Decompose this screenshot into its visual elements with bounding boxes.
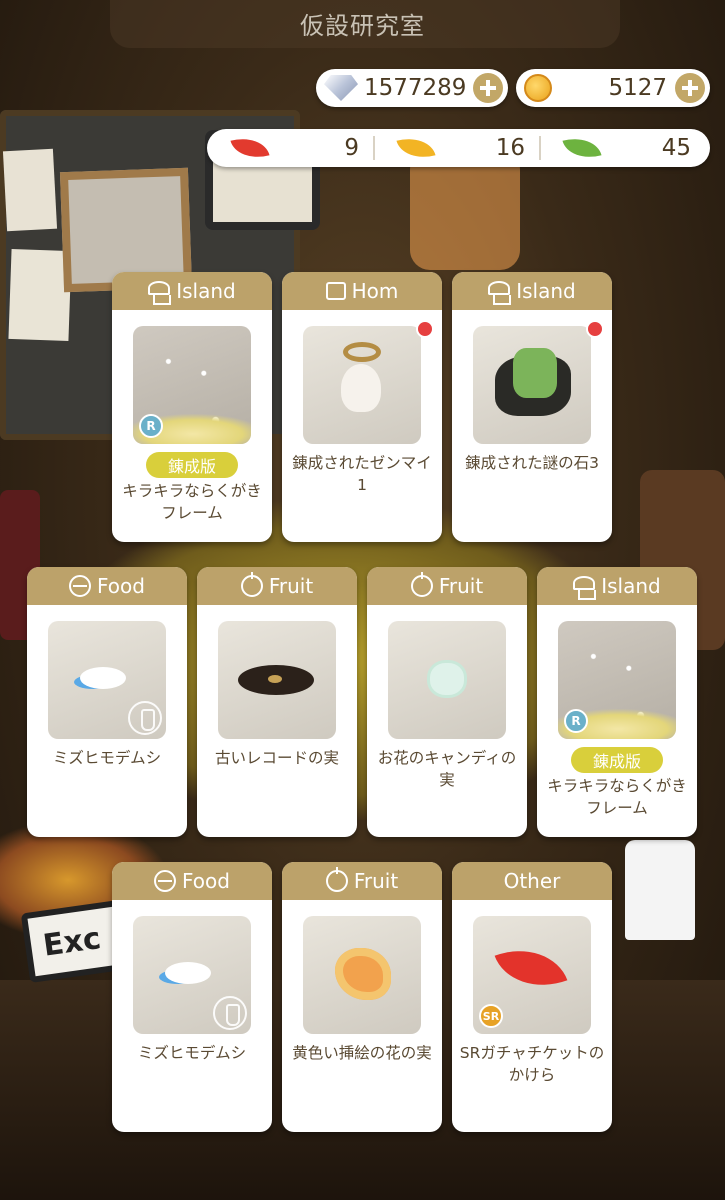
- card-header: Hom: [282, 272, 442, 310]
- card-header: Food: [112, 862, 272, 900]
- add-coins-button[interactable]: [675, 73, 705, 103]
- add-diamonds-button[interactable]: [473, 73, 503, 103]
- item-name: 錬成されたゼンマイ1: [292, 454, 432, 494]
- new-indicator-dot: [586, 320, 604, 338]
- card-header: Food: [27, 567, 187, 605]
- item-image: [133, 916, 251, 1034]
- card-header: Fruit: [282, 862, 442, 900]
- card-category: Island: [601, 574, 661, 598]
- island-icon: [573, 576, 597, 600]
- scientist-character: [625, 840, 695, 940]
- card-header: Island: [112, 272, 272, 310]
- card-header: Fruit: [197, 567, 357, 605]
- potion-icon: [128, 701, 162, 735]
- green-leaf-counter: 45: [539, 129, 705, 167]
- item-image: [48, 621, 166, 739]
- potion-icon: [213, 996, 247, 1030]
- bug-image: [80, 667, 126, 689]
- card-header: Island: [452, 272, 612, 310]
- fruit-icon: [410, 572, 433, 597]
- yellow-flower-image: [335, 948, 391, 1000]
- card-category: Island: [176, 279, 236, 303]
- alchemy-tag: 錬成版: [571, 747, 663, 773]
- coin-count: 5127: [608, 75, 667, 101]
- item-name: キラキラならくがきフレーム: [547, 777, 687, 817]
- pinned-note: [2, 148, 58, 232]
- card-category: Other: [503, 869, 561, 893]
- page-title: 仮設研究室: [300, 12, 425, 40]
- new-indicator-dot: [416, 320, 434, 338]
- item-name: ミズヒモデムシ: [137, 1044, 247, 1062]
- card-header: Other: [452, 862, 612, 900]
- island-icon: [488, 281, 512, 305]
- item-name: 黄色い挿絵の花の実: [292, 1044, 432, 1062]
- item-card[interactable]: Island R 錬成版 キラキラならくがきフレーム: [112, 272, 272, 542]
- wind-up-key-image: [343, 342, 381, 362]
- red-leaf-ticket-image: [494, 935, 568, 1001]
- card-category: Food: [182, 869, 230, 893]
- coin-icon: [524, 74, 552, 102]
- food-icon: [69, 575, 92, 597]
- moss-image: [513, 348, 557, 398]
- card-header: Island: [537, 567, 697, 605]
- card-category: Food: [97, 574, 145, 598]
- food-icon: [154, 870, 177, 892]
- item-card[interactable]: Island 錬成された謎の石3: [452, 272, 612, 542]
- rarity-badge: R: [564, 709, 588, 733]
- item-card[interactable]: Food ミズヒモデムシ: [112, 862, 272, 1132]
- red-leaf-icon: [230, 132, 270, 164]
- flower-candy-image: [430, 663, 464, 695]
- item-image: [388, 621, 506, 739]
- item-image: [303, 326, 421, 444]
- card-category: Fruit: [353, 869, 399, 893]
- item-card[interactable]: Other SR SRガチャチケットのかけら: [452, 862, 612, 1132]
- leaf-counters: 9 16 45: [207, 129, 710, 167]
- green-leaf-count: 45: [661, 135, 691, 161]
- item-name: 錬成された謎の石3: [465, 454, 599, 472]
- green-leaf-icon: [562, 132, 602, 164]
- pinned-note: [8, 248, 72, 342]
- item-image: SR: [473, 916, 591, 1034]
- red-leaf-count: 9: [344, 135, 359, 161]
- red-leaf-counter: 9: [207, 129, 373, 167]
- diamond-count: 1577289: [364, 75, 467, 101]
- shirt-icon: [325, 282, 346, 300]
- rarity-badge: R: [139, 414, 163, 438]
- yellow-leaf-icon: [396, 132, 436, 164]
- alchemy-tag: 錬成版: [146, 452, 238, 478]
- item-card[interactable]: Fruit 黄色い挿絵の花の実: [282, 862, 442, 1132]
- record-image: [238, 665, 314, 695]
- item-card[interactable]: Fruit 古いレコードの実: [197, 567, 357, 837]
- diamond-counter: 1577289: [316, 69, 508, 107]
- yellow-leaf-counter: 16: [373, 129, 539, 167]
- item-name: SRガチャチケットのかけら: [459, 1044, 605, 1084]
- card-category: Fruit: [438, 574, 484, 598]
- item-image: [218, 621, 336, 739]
- rarity-badge: SR: [479, 1004, 503, 1028]
- item-name: キラキラならくがきフレーム: [122, 482, 262, 522]
- card-category: Fruit: [268, 574, 314, 598]
- item-image: R: [133, 326, 251, 444]
- item-name: お花のキャンディの実: [377, 749, 517, 789]
- item-image: [303, 916, 421, 1034]
- coin-counter: 5127: [516, 69, 710, 107]
- fruit-icon: [240, 572, 263, 597]
- item-card[interactable]: Island R 錬成版 キラキラならくがきフレーム: [537, 567, 697, 837]
- wind-up-toy-image: [341, 364, 381, 412]
- item-name: ミズヒモデムシ: [52, 749, 162, 767]
- diamond-icon: [324, 75, 358, 101]
- bug-image: [165, 962, 211, 984]
- item-image: [473, 326, 591, 444]
- item-image: R: [558, 621, 676, 739]
- card-category: Island: [516, 279, 576, 303]
- yellow-leaf-count: 16: [495, 135, 525, 161]
- card-category: Hom: [351, 279, 399, 303]
- item-card[interactable]: Food ミズヒモデムシ: [27, 567, 187, 837]
- island-icon: [148, 281, 172, 305]
- item-card[interactable]: Fruit お花のキャンディの実: [367, 567, 527, 837]
- card-header: Fruit: [367, 567, 527, 605]
- fruit-icon: [325, 867, 348, 892]
- item-card[interactable]: Hom 錬成されたゼンマイ1: [282, 272, 442, 542]
- item-name: 古いレコードの実: [214, 749, 339, 767]
